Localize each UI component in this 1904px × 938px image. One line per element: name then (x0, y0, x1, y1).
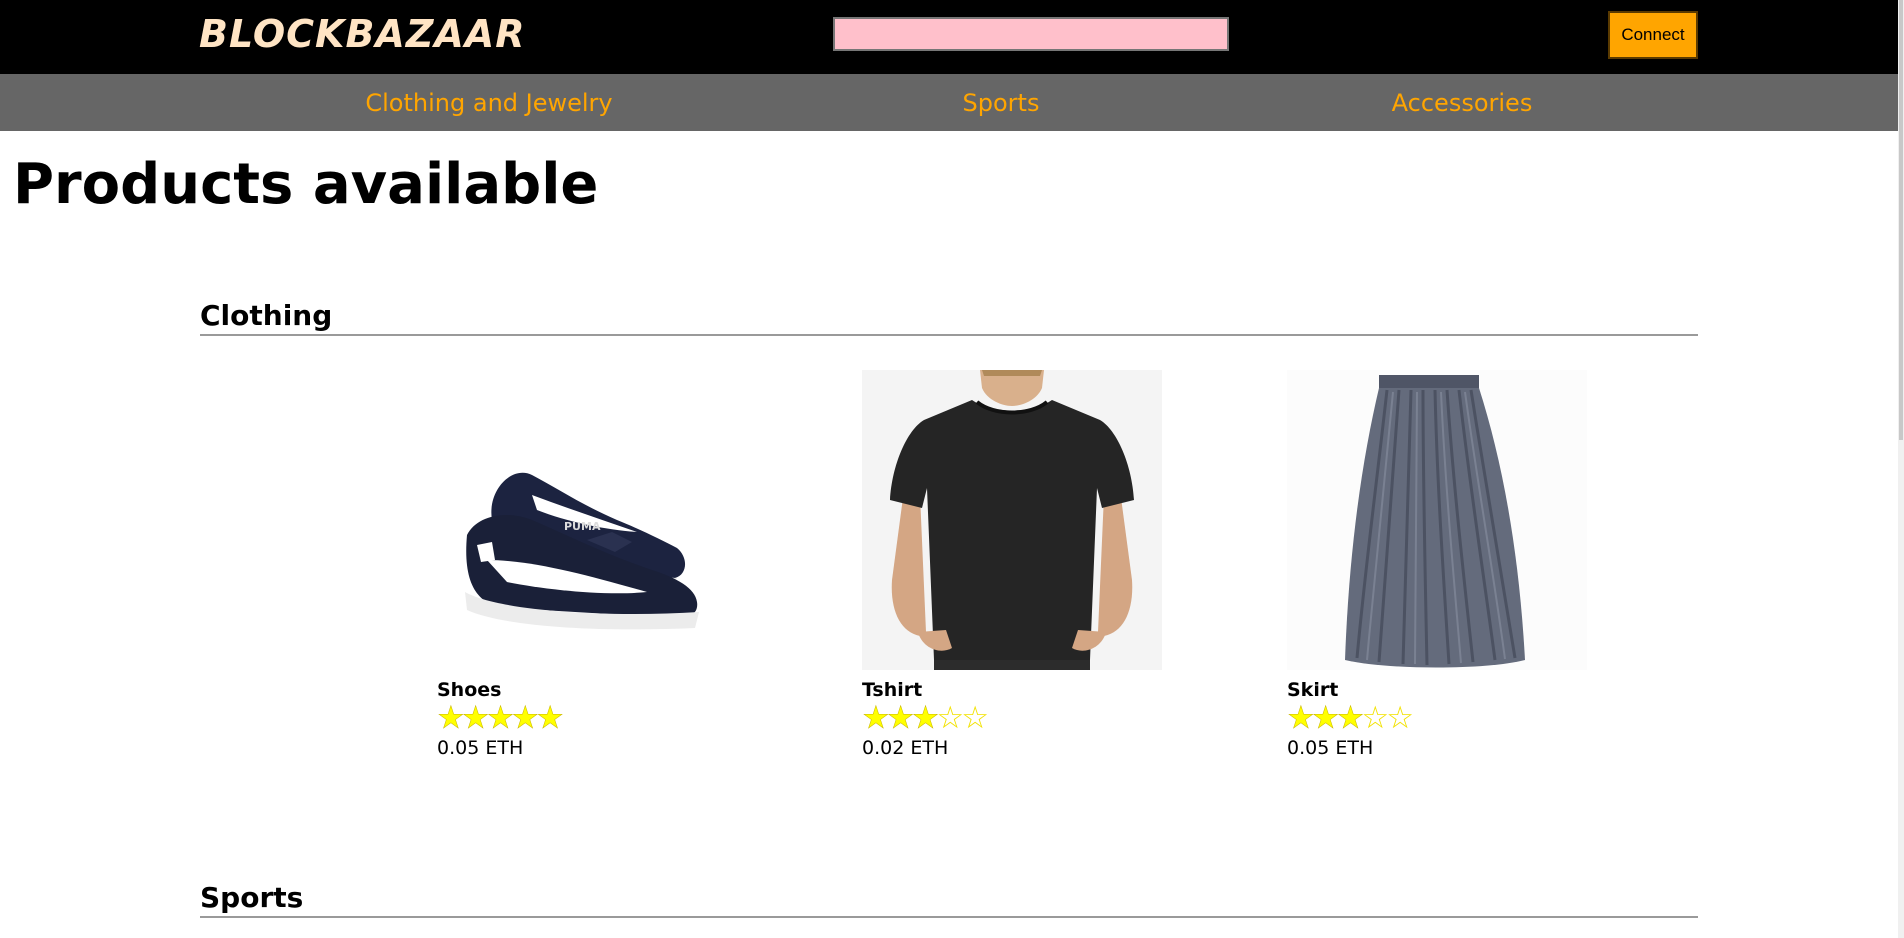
star-filled-icon: ★ (437, 700, 465, 736)
grey-skirt-image[interactable] (1287, 370, 1587, 670)
search-input[interactable] (833, 17, 1229, 51)
tshirt-illustration (862, 370, 1162, 670)
product-name[interactable]: Tshirt (862, 679, 1162, 701)
star-empty-icon: ☆ (1361, 700, 1389, 736)
star-empty-icon: ☆ (936, 700, 964, 736)
star-filled-icon: ★ (886, 700, 915, 736)
category-nav: Clothing and Jewelry Sports Accessories (0, 74, 1898, 131)
svg-text:PUMA: PUMA (564, 520, 601, 533)
product-price: 0.05 ETH (437, 737, 524, 759)
star-filled-icon: ★ (536, 700, 564, 736)
rating-stars: ★★★☆☆ (1287, 700, 1587, 736)
star-filled-icon: ★ (1287, 700, 1315, 736)
black-tshirt-image[interactable] (862, 370, 1162, 670)
rating-stars: ★★★☆☆ (862, 700, 1162, 736)
star-filled-icon: ★ (486, 700, 514, 736)
nav-item-sports[interactable]: Sports (963, 89, 1040, 117)
navy-sneakers-image[interactable]: PUMA (437, 370, 737, 670)
rating-stars: ★★★★★ (437, 700, 737, 736)
product-card-tshirt[interactable]: Tshirt ★★★☆☆ 0.02 ETH (862, 370, 1162, 760)
top-bar: BLOCKBAZAAR Connect (0, 0, 1904, 74)
star-filled-icon: ★ (911, 700, 939, 736)
product-price: 0.02 ETH (862, 737, 949, 759)
nav-item-clothing-and-jewelry[interactable]: Clothing and Jewelry (365, 89, 612, 117)
product-card-skirt[interactable]: Skirt ★★★☆☆ 0.05 ETH (1287, 370, 1587, 760)
star-filled-icon: ★ (1336, 700, 1364, 736)
product-name[interactable]: Skirt (1287, 679, 1587, 701)
star-filled-icon: ★ (862, 700, 890, 736)
scrollbar-thumb[interactable] (1899, 0, 1903, 440)
site-logo[interactable]: BLOCKBAZAAR (199, 12, 525, 56)
nav-item-accessories[interactable]: Accessories (1392, 89, 1533, 117)
star-filled-icon: ★ (1311, 700, 1340, 736)
section-heading-clothing: Clothing (200, 299, 1698, 336)
connect-button[interactable]: Connect (1608, 11, 1698, 59)
star-filled-icon: ★ (511, 700, 539, 736)
star-filled-icon: ★ (461, 700, 490, 736)
star-empty-icon: ☆ (961, 700, 989, 736)
section-heading-sports: Sports (200, 881, 1698, 918)
sneakers-illustration: PUMA (437, 370, 737, 670)
page-title: Products available (13, 152, 599, 217)
product-card-shoes[interactable]: PUMA Shoes ★★★★★ 0.05 ETH (437, 370, 737, 760)
star-empty-icon: ☆ (1386, 700, 1414, 736)
product-price: 0.05 ETH (1287, 737, 1374, 759)
skirt-illustration (1287, 370, 1587, 670)
product-name[interactable]: Shoes (437, 679, 737, 701)
